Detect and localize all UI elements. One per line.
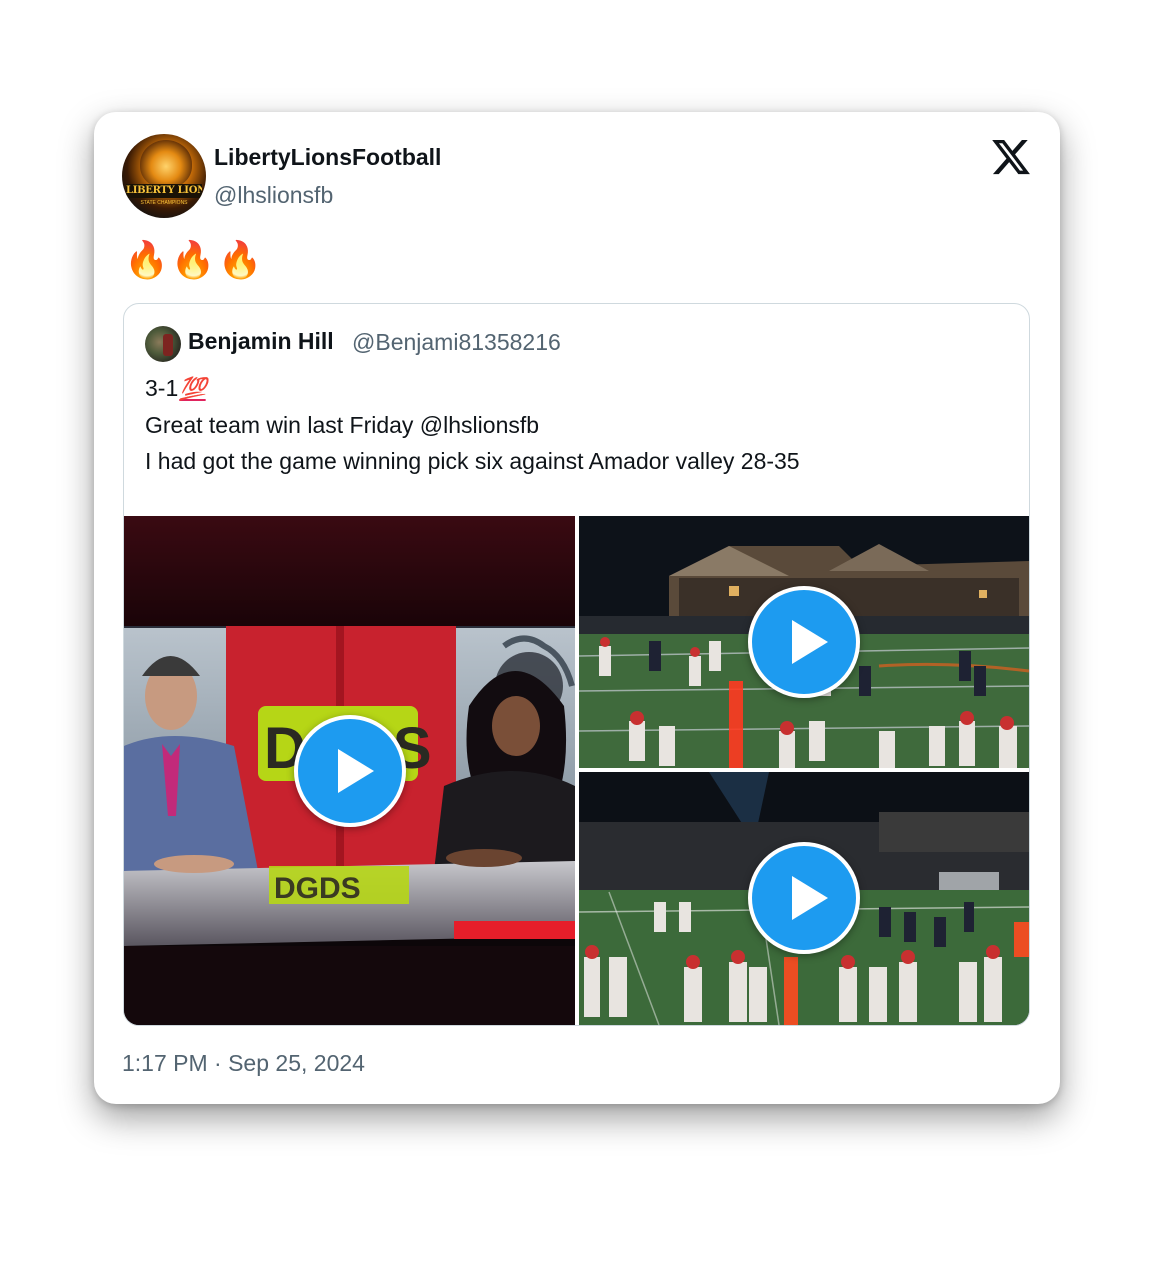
lion-logo [140, 140, 192, 188]
play-icon[interactable] [294, 715, 406, 827]
quoted-text-line-3: I had got the game winning pick six agai… [145, 448, 800, 474]
author-handle[interactable]: @lhslionsfb [214, 182, 333, 209]
svg-text:DGDS: DGDS [274, 872, 361, 905]
quoted-tweet-text: 3-1💯 Great team win last Friday @lhslion… [145, 370, 1005, 479]
quoted-text-line-2: Great team win last Friday @lhslionsfb [145, 412, 540, 438]
media-grid: DGDS DGDS [124, 516, 1029, 1025]
video-thumbnail-studio[interactable]: DGDS DGDS [124, 516, 575, 1025]
hundred-points-icon: 💯 [179, 376, 206, 401]
avatar-logo-text: LIBERTY LIONS [126, 184, 202, 198]
quoted-handle[interactable]: @Benjami81358216 [352, 329, 561, 356]
avatar[interactable]: LIBERTY LIONS STATE CHAMPIONS [122, 134, 206, 218]
avatar-logo-subtext: STATE CHAMPIONS [140, 200, 188, 206]
play-icon[interactable] [748, 586, 860, 698]
tweet-text: 🔥🔥🔥 [124, 239, 265, 280]
quoted-tweet-header: Benjamin Hill @Benjami81358216 [145, 326, 1005, 362]
quoted-tweet[interactable]: Benjamin Hill @Benjami81358216 3-1💯 Grea… [123, 303, 1030, 1026]
record-text: 3-1 [145, 375, 179, 401]
quoted-display-name[interactable]: Benjamin Hill [188, 328, 334, 355]
video-thumbnail-game-1[interactable] [579, 516, 1029, 768]
embedded-tweet-card: LIBERTY LIONS STATE CHAMPIONS LibertyLio… [94, 112, 1060, 1104]
play-icon[interactable] [748, 842, 860, 954]
tweet-header: LIBERTY LIONS STATE CHAMPIONS LibertyLio… [122, 134, 1032, 218]
video-thumbnail-game-2[interactable] [579, 772, 1029, 1025]
author-display-name[interactable]: LibertyLionsFootball [214, 144, 441, 171]
x-logo-icon[interactable] [990, 136, 1032, 178]
tweet-timestamp[interactable]: 1:17 PM · Sep 25, 2024 [122, 1050, 365, 1077]
quoted-text-line-1: 3-1💯 [145, 370, 1005, 407]
quoted-avatar[interactable] [145, 326, 181, 362]
